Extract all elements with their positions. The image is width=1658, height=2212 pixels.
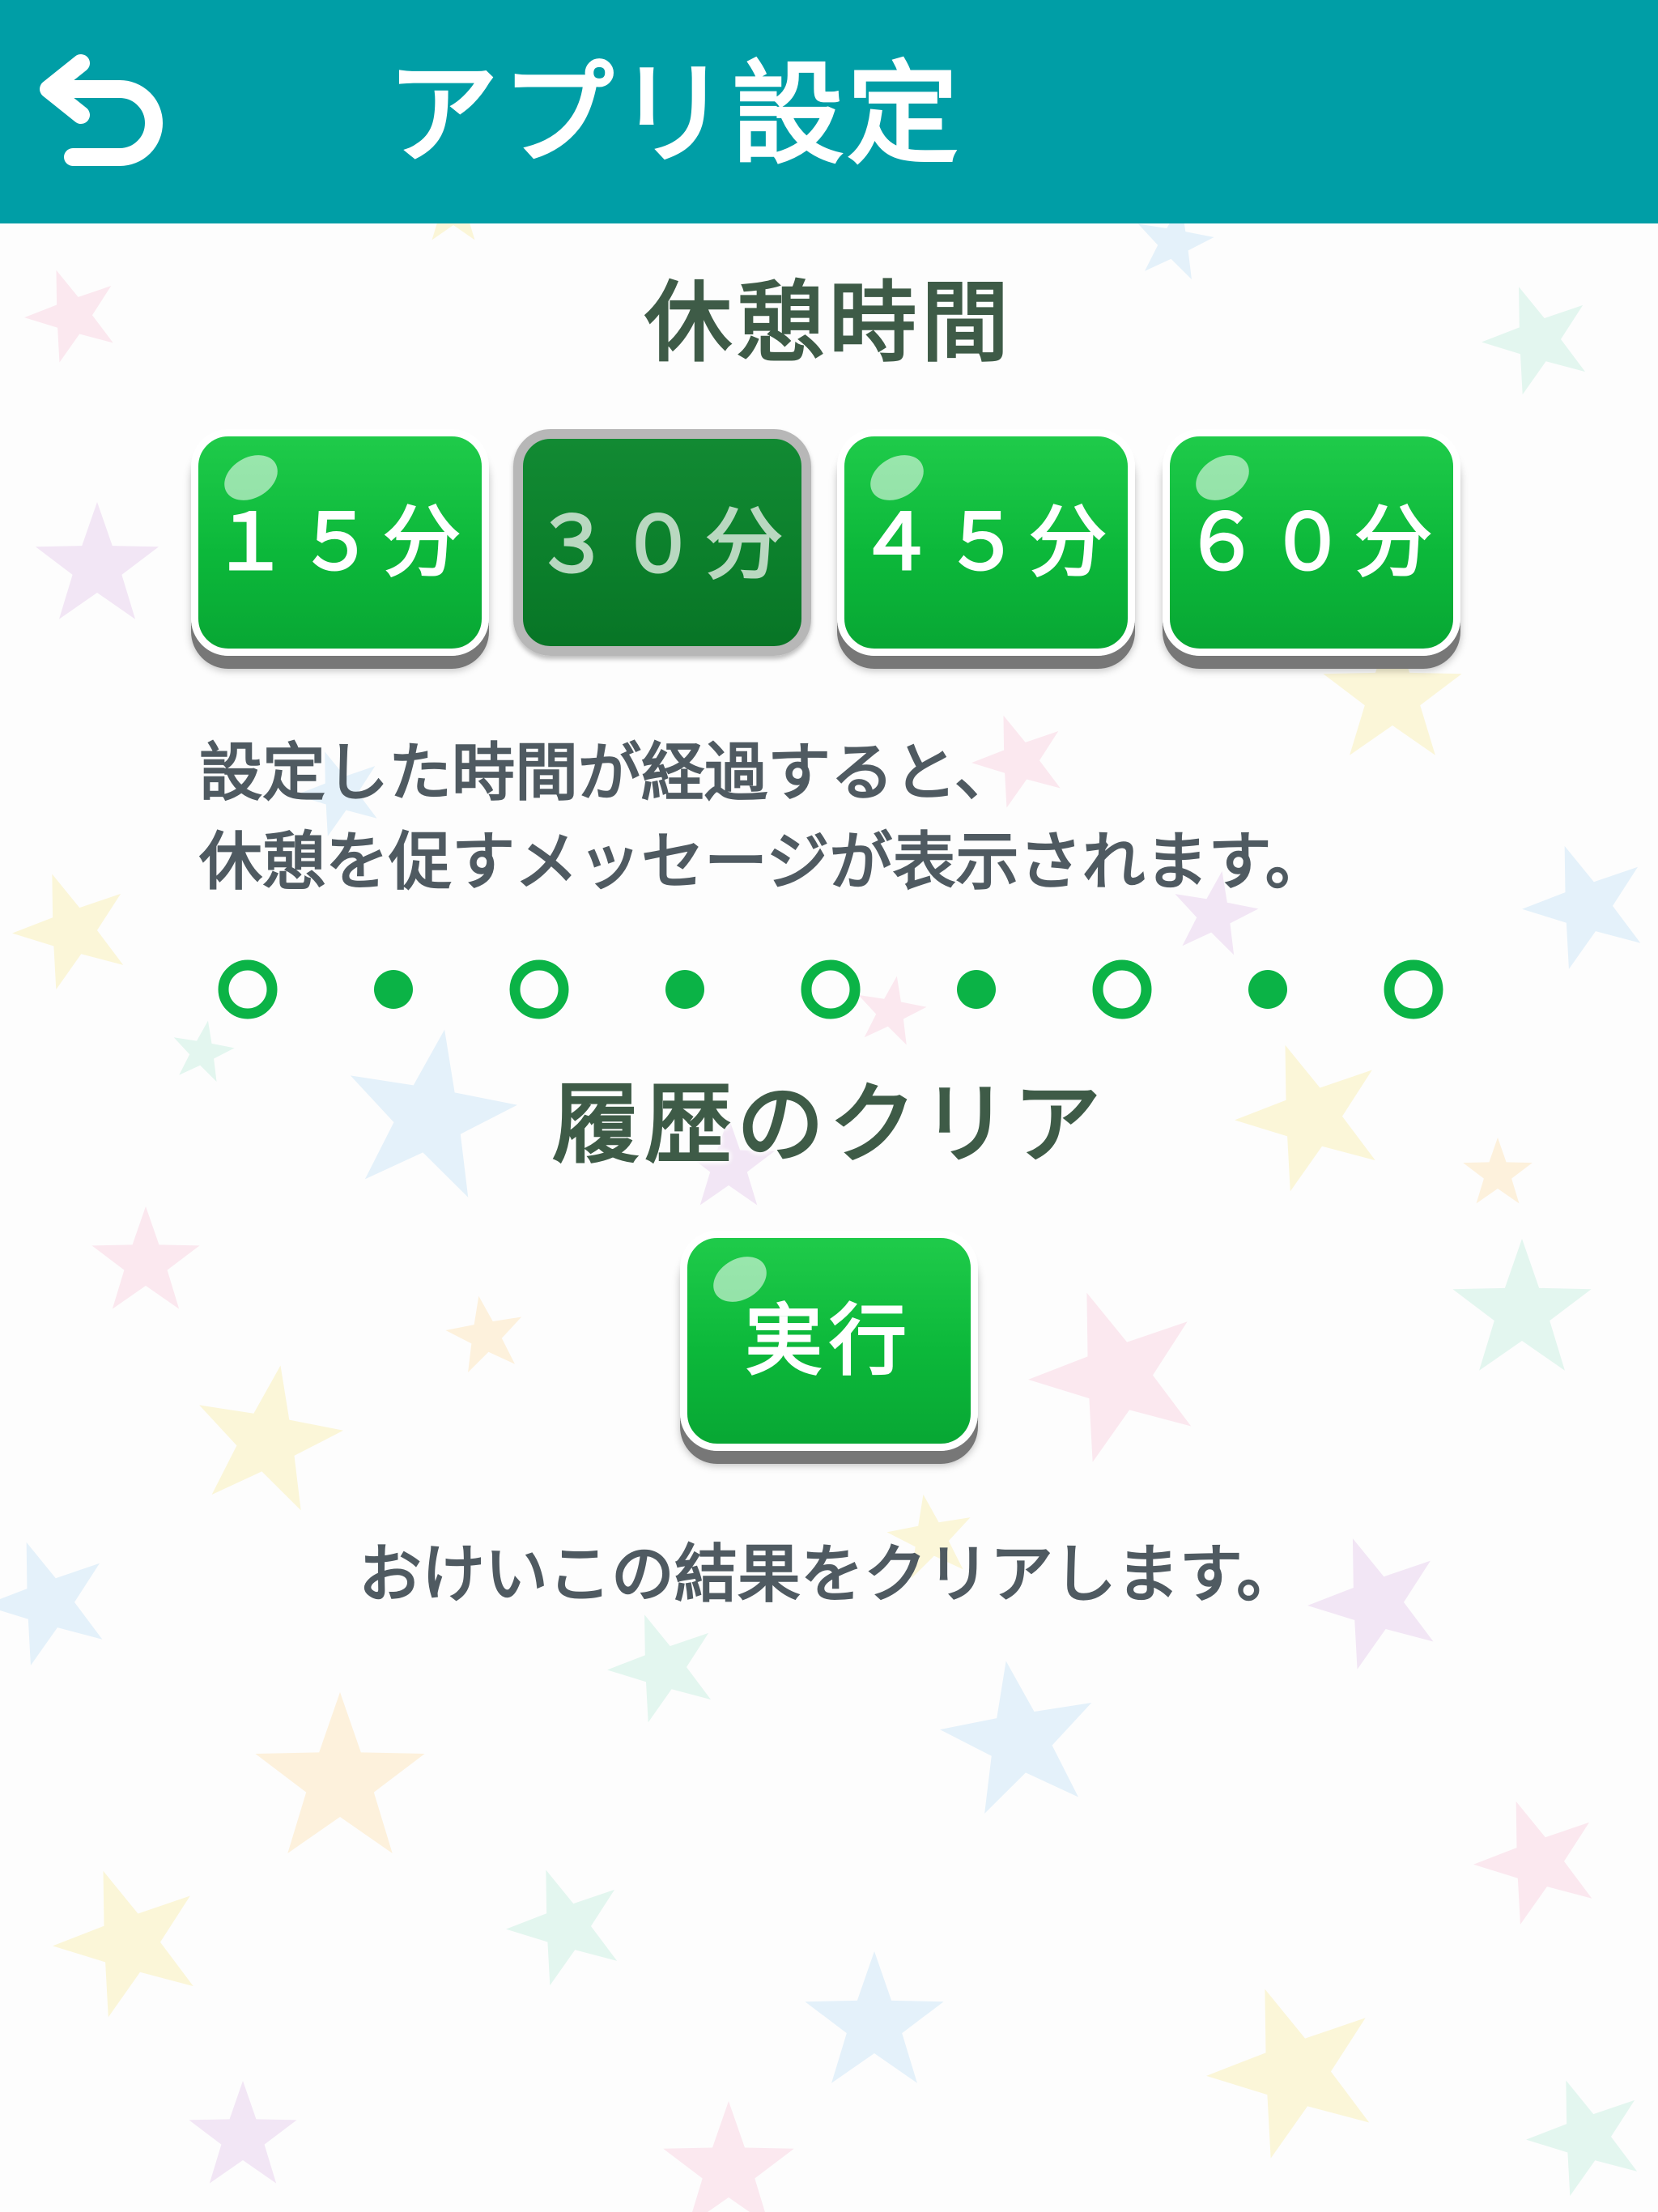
history-clear-title: 履歴のクリア [551, 1074, 1106, 1176]
time-option-45[interactable]: ４５分 [837, 429, 1135, 656]
page-title: アプリ設定 [387, 49, 963, 180]
decorative-star [929, 1648, 1107, 1819]
decorative-star [184, 1352, 353, 1516]
history-clear-description: おけいこの結果をクリアします。 [358, 1538, 1300, 1611]
decorative-star [34, 1845, 220, 2027]
break-time-description-line2: 休憩を促すメッセージが表示されます。 [199, 826, 1329, 899]
time-option-60[interactable]: ６０分 [1163, 429, 1460, 656]
decorative-star [91, 1206, 200, 1309]
decorative-star [1458, 1780, 1614, 1933]
decorative-star [663, 2101, 794, 2212]
break-time-description-line1: 設定した時間が経過すると、 [199, 737, 1018, 810]
break-time-title: 休憩時間 [644, 273, 1014, 374]
app-header: アプリ設定 [0, 0, 1658, 223]
decorative-star [1511, 2061, 1658, 2204]
decorative-star [1007, 1263, 1222, 1474]
decorative-star [1185, 1959, 1400, 2170]
back-button[interactable] [24, 32, 178, 186]
decorative-star [805, 1951, 944, 2083]
time-option-30[interactable]: ３０分 [513, 429, 811, 656]
decorative-star [189, 2081, 297, 2184]
dotted-divider [218, 959, 1443, 1019]
decorative-star [0, 854, 144, 998]
decorative-star [255, 1692, 425, 1853]
execute-clear-button[interactable]: 実行 [680, 1231, 978, 1451]
decorative-star [35, 502, 159, 619]
break-time-description: 設定した時間が経過すると、 休憩を促すメッセージが表示されます。 [199, 729, 1575, 907]
decorative-star [440, 1289, 529, 1376]
time-option-15[interactable]: １５分 [191, 429, 489, 656]
decorative-star [1452, 1239, 1592, 1371]
decorative-star [491, 1850, 638, 1993]
back-arrow-icon [40, 54, 163, 166]
